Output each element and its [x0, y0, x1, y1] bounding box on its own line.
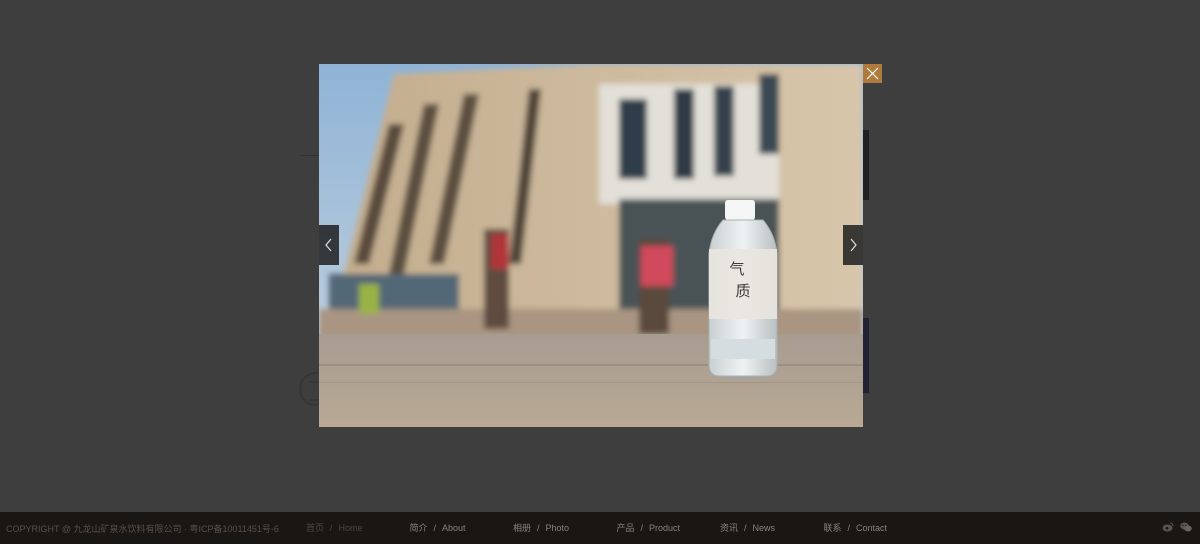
close-icon: [866, 67, 879, 80]
footer-nav-product[interactable]: 产品 / Product: [617, 521, 721, 535]
wechat-icon[interactable]: [1180, 521, 1192, 533]
previous-photo-button[interactable]: [319, 225, 339, 265]
next-photo-button[interactable]: [843, 225, 863, 265]
footer-social: [1162, 521, 1192, 533]
chevron-left-icon: [325, 238, 332, 252]
footer-nav-contact[interactable]: 联系 / Contact: [824, 521, 928, 535]
chevron-right-icon: [850, 238, 857, 252]
footer-nav-photo[interactable]: 相册 / Photo: [513, 521, 617, 535]
lightbox: 气 质: [319, 64, 863, 427]
lightbox-photo: 气 质: [319, 64, 863, 427]
bottle-label-line2: 质: [735, 282, 750, 300]
weibo-icon[interactable]: [1162, 521, 1174, 533]
footer: COPYRIGHT @ 九龙山矿泉水饮料有限公司 · 粤ICP备10011451…: [0, 512, 1200, 544]
footer-nav-home[interactable]: 首页 / Home: [306, 521, 410, 535]
footer-nav-news[interactable]: 资讯 / News: [720, 521, 824, 535]
footer-nav: 首页 / Home 简介 / About 相册 / Photo 产品 / Product 资讯 /…: [306, 521, 927, 535]
copyright-text: COPYRIGHT @ 九龙山矿泉水饮料有限公司 · 粤ICP备10011451…: [6, 524, 279, 534]
footer-nav-about[interactable]: 简介 / About: [410, 521, 514, 535]
bottle-label-line1: 气: [729, 260, 744, 278]
close-lightbox-button[interactable]: [863, 64, 882, 83]
